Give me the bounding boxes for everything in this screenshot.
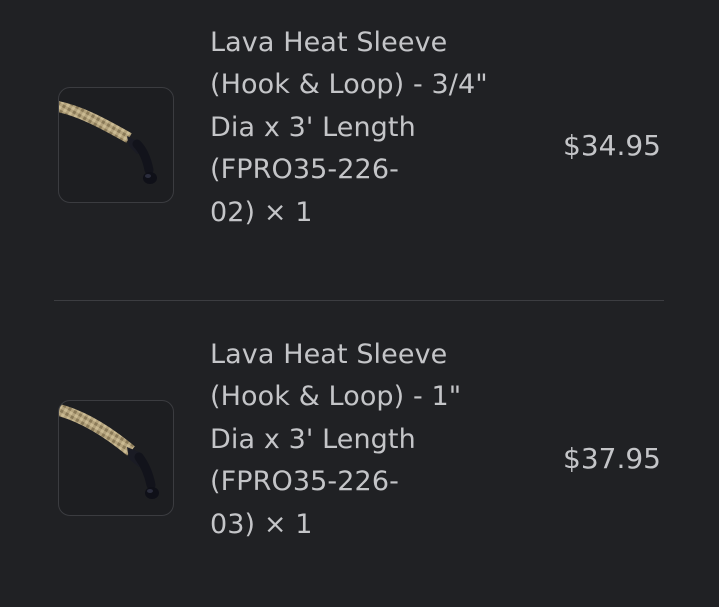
product-thumbnail[interactable] [58,87,174,203]
order-summary-list: Lava Heat Sleeve (Hook & Loop) - 3/4" Di… [0,0,719,607]
product-thumbnail[interactable] [58,400,174,516]
product-price: $34.95 [563,129,661,162]
product-name: Lava Heat Sleeve (Hook & Loop) - 3/4" Di… [210,27,488,228]
line-item: Lava Heat Sleeve (Hook & Loop) - 1" Dia … [0,301,719,607]
product-price: $37.95 [563,442,661,475]
line-item: Lava Heat Sleeve (Hook & Loop) - 3/4" Di… [0,0,719,300]
heat-sleeve-product-image [59,403,159,499]
product-name: Lava Heat Sleeve (Hook & Loop) - 1" Dia … [210,339,462,540]
heat-sleeve-product-image [59,101,157,184]
